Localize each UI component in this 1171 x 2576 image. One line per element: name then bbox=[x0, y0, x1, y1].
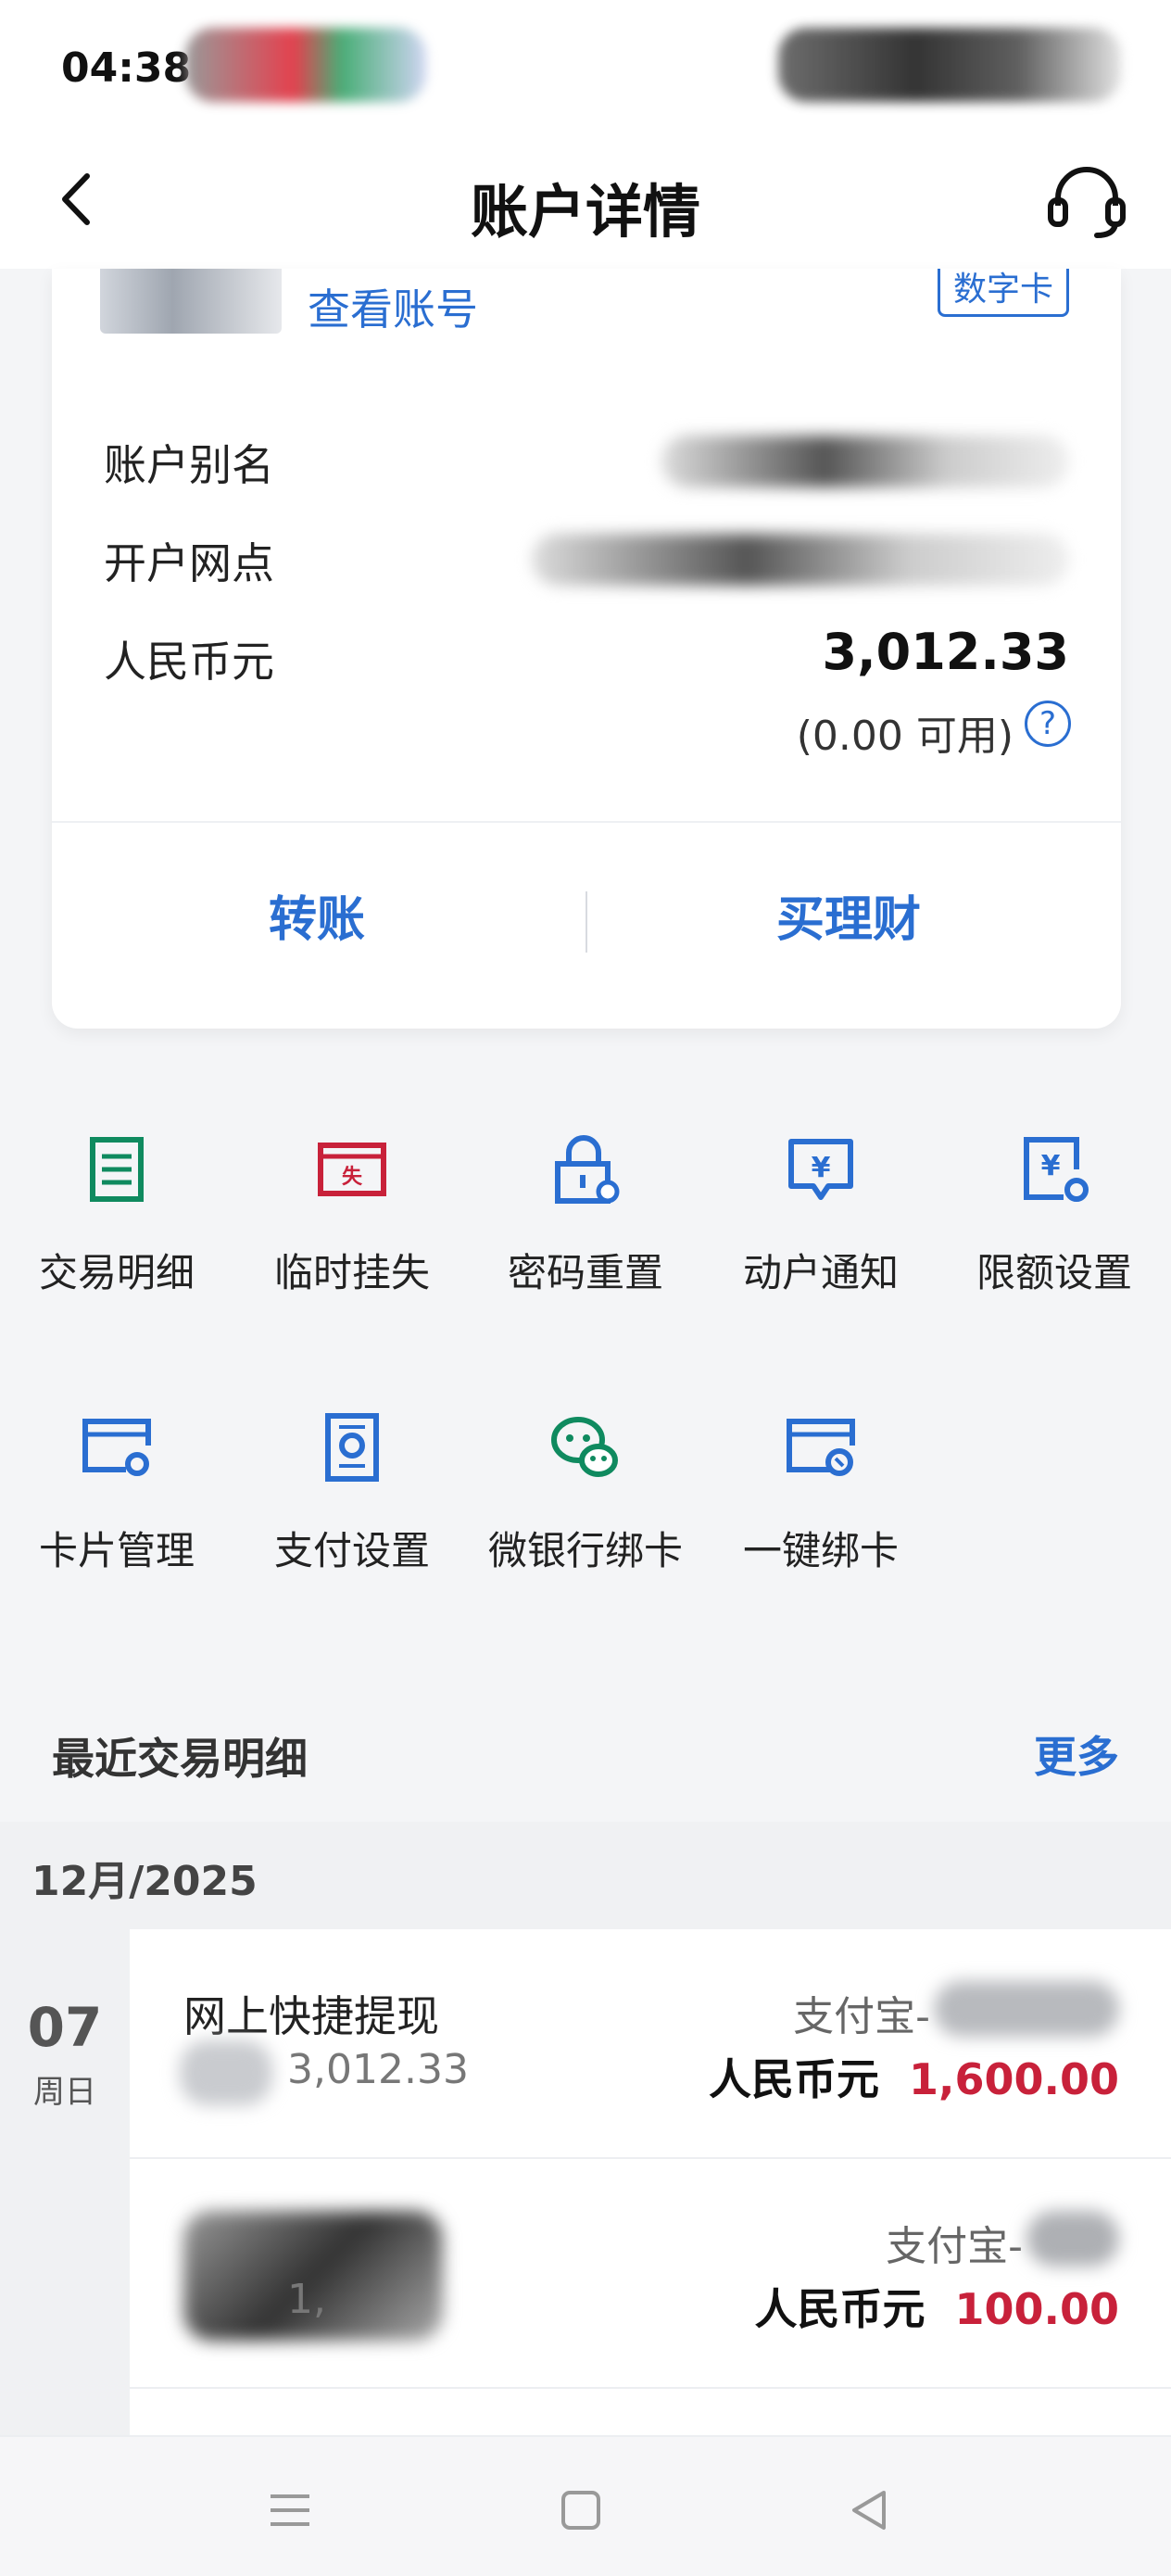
transaction-counterparty: 支付宝- bbox=[886, 2223, 1023, 2270]
transaction-row[interactable]: 1, 支付宝- 人民币元 100.00 bbox=[130, 2159, 1171, 2389]
branch-row: 开户网点 bbox=[104, 530, 1069, 595]
alias-value-blurred bbox=[661, 436, 1069, 487]
customer-service-icon[interactable] bbox=[1045, 158, 1128, 241]
balance-amount: 3,012.33 bbox=[822, 623, 1069, 681]
transaction-amount-line: 人民币元 1,600.00 bbox=[709, 2046, 1119, 2107]
account-card: 查看账号 数字卡 账户别名 开户网点 人民币元 3,012.33 (0.00 可… bbox=[52, 269, 1121, 1029]
menu-label: 微银行绑卡 bbox=[487, 1528, 683, 1573]
menu-label: 临时挂失 bbox=[273, 1250, 430, 1295]
date-column: 07 周日 bbox=[0, 1929, 130, 2435]
transaction-balance: 1, bbox=[287, 2276, 326, 2323]
limit-settings-icon: ¥ bbox=[1024, 1137, 1089, 1202]
transaction-balance: 3,012.33 bbox=[287, 2046, 469, 2093]
menu-payment-settings[interactable]: 支付设置 bbox=[241, 1410, 463, 1596]
menu-label: 交易明细 bbox=[38, 1250, 195, 1295]
transaction-title: 网上快捷提现 bbox=[183, 1991, 439, 2041]
transaction-currency: 人民币元 bbox=[709, 2054, 879, 2104]
transaction-row[interactable]: 网上快捷提现 3,012.33 支付宝- 人民币元 1,600.00 bbox=[130, 1929, 1171, 2159]
month-label: 12月/2025 bbox=[31, 1858, 258, 1905]
row-divider bbox=[130, 2387, 1171, 2389]
loss-report-icon: 失 bbox=[318, 1143, 386, 1196]
system-nav-bar bbox=[0, 2435, 1171, 2576]
transaction-amount-line: 人民币元 100.00 bbox=[754, 2276, 1119, 2337]
menu-activity-notify[interactable]: ¥ 动户通知 bbox=[710, 1132, 932, 1318]
menu-transaction-details[interactable]: 交易明细 bbox=[6, 1132, 228, 1318]
transaction-amount: 100.00 bbox=[954, 2284, 1119, 2334]
card-divider bbox=[52, 821, 1121, 823]
menu-label: 支付设置 bbox=[273, 1528, 430, 1573]
home-icon[interactable] bbox=[556, 2485, 606, 2535]
status-icons-left-blurred bbox=[185, 28, 426, 102]
status-bar: 04:38 bbox=[0, 0, 1171, 130]
available-amount: (0.00 可用) bbox=[796, 713, 1014, 760]
alias-row: 账户别名 bbox=[104, 432, 1069, 497]
month-header: 12月/2025 bbox=[0, 1822, 1171, 1929]
menu-report-loss[interactable]: 失 临时挂失 bbox=[241, 1132, 463, 1318]
status-time: 04:38 bbox=[61, 44, 192, 92]
counterparty-name-blurred bbox=[934, 1981, 1119, 2037]
menu-password-reset[interactable]: 密码重置 bbox=[474, 1132, 697, 1318]
menu-label: 一键绑卡 bbox=[742, 1528, 899, 1573]
menu-one-click-bind[interactable]: 一键绑卡 bbox=[710, 1410, 932, 1596]
ledger-icon bbox=[90, 1137, 144, 1202]
wechat-icon bbox=[551, 1417, 618, 1477]
menu-label: 卡片管理 bbox=[38, 1528, 195, 1573]
lock-reset-icon bbox=[555, 1135, 620, 1204]
counterparty-name-blurred bbox=[1026, 2211, 1119, 2267]
menu-limit-settings[interactable]: ¥ 限额设置 bbox=[943, 1132, 1165, 1318]
page-title: 账户详情 bbox=[470, 178, 700, 246]
action-separator bbox=[586, 891, 587, 953]
digital-card-tag: 数字卡 bbox=[937, 269, 1069, 317]
buy-wealth-button[interactable]: 买理财 bbox=[776, 880, 921, 950]
status-icons-right-blurred bbox=[778, 28, 1121, 102]
bank-card-thumbnail bbox=[100, 269, 282, 334]
back-triangle-icon[interactable] bbox=[845, 2485, 895, 2535]
recent-transactions-title: 最近交易明细 bbox=[52, 1734, 308, 1784]
svg-text:¥: ¥ bbox=[812, 1152, 831, 1184]
currency-label: 人民币元 bbox=[104, 637, 274, 687]
card-link-icon bbox=[787, 1419, 855, 1476]
weekday-label: 周日 bbox=[33, 2074, 96, 2111]
transfer-button[interactable]: 转账 bbox=[269, 880, 365, 950]
menu-label: 密码重置 bbox=[507, 1250, 663, 1295]
menu-label: 动户通知 bbox=[742, 1250, 899, 1295]
view-account-link[interactable]: 查看账号 bbox=[308, 276, 478, 337]
payment-settings-icon bbox=[325, 1413, 379, 1482]
transaction-counterparty: 支付宝- bbox=[793, 1993, 930, 2040]
balance-prefix-blurred bbox=[180, 2040, 272, 2105]
yuan-notify-icon: ¥ bbox=[788, 1139, 853, 1200]
more-link[interactable]: 更多 bbox=[1034, 1724, 1119, 1785]
svg-text:¥: ¥ bbox=[1041, 1150, 1061, 1182]
nav-bar: 账户详情 bbox=[0, 130, 1171, 269]
transaction-list: 网上快捷提现 3,012.33 支付宝- 人民币元 1,600.00 1, 支付宝… bbox=[130, 1929, 1171, 2435]
day-number: 07 bbox=[27, 1996, 103, 2059]
menu-label: 限额设置 bbox=[976, 1250, 1132, 1295]
transaction-currency: 人民币元 bbox=[754, 2284, 925, 2334]
branch-label: 开户网点 bbox=[104, 538, 274, 588]
branch-value-blurred bbox=[532, 534, 1069, 586]
menu-wechat-bind-card[interactable]: 微银行绑卡 bbox=[474, 1410, 697, 1596]
alias-label: 账户别名 bbox=[104, 440, 274, 490]
svg-text:失: 失 bbox=[342, 1166, 363, 1189]
menu-card-management[interactable]: 卡片管理 bbox=[6, 1410, 228, 1596]
menu-icon[interactable] bbox=[265, 2485, 315, 2535]
transaction-amount: 1,600.00 bbox=[909, 2054, 1119, 2104]
card-settings-icon bbox=[82, 1419, 151, 1476]
help-icon[interactable]: ? bbox=[1025, 701, 1071, 747]
